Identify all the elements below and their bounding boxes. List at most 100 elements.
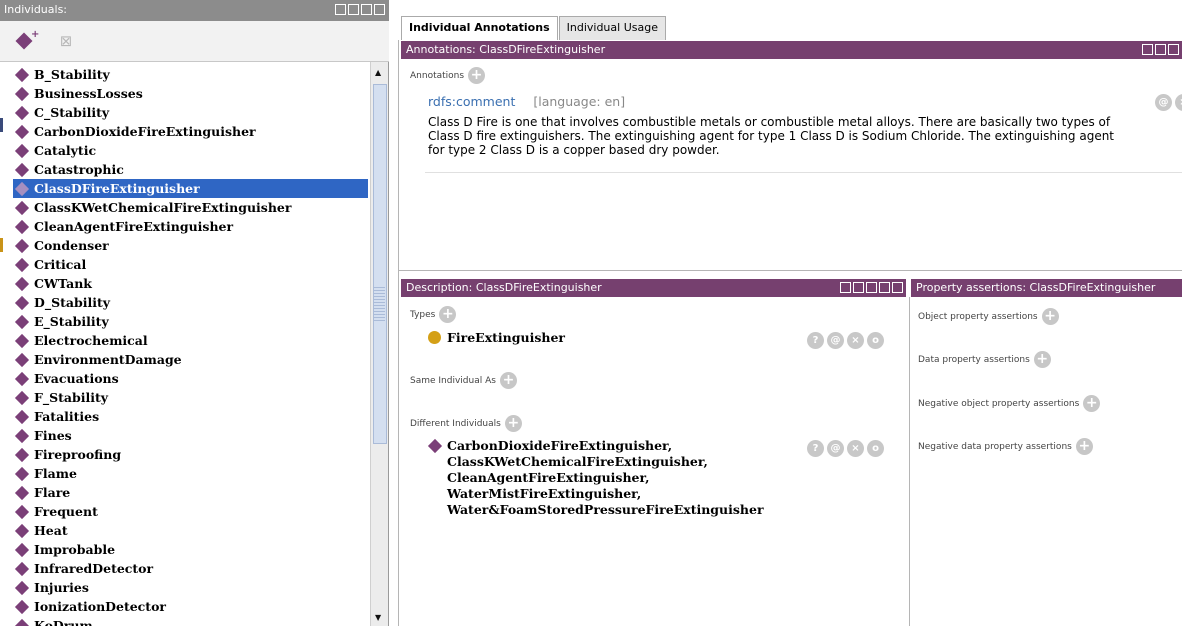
- individual-list-item[interactable]: Electrochemical: [13, 331, 368, 350]
- add-different-individual-button[interactable]: +: [504, 415, 522, 432]
- individual-diamond-icon: [14, 447, 30, 462]
- help-icon[interactable]: [1142, 44, 1153, 55]
- scroll-grip-icon: [373, 287, 385, 323]
- frame-border: [909, 297, 910, 626]
- frame-border: [398, 40, 399, 626]
- minimize-view-icon[interactable]: [348, 4, 359, 15]
- edit-icon[interactable]: o: [867, 440, 884, 457]
- individual-list-item[interactable]: D_Stability: [13, 293, 368, 312]
- individual-list-item[interactable]: Flare: [13, 483, 368, 502]
- individual-list-item[interactable]: EnvironmentDamage: [13, 350, 368, 369]
- annotate-icon[interactable]: @: [827, 440, 844, 457]
- different-individual-value: CarbonDioxideFireExtinguisher,: [447, 438, 673, 453]
- annotation-property[interactable]: rdfs:comment: [428, 94, 515, 109]
- edge-marker: [0, 118, 3, 132]
- scroll-down-icon[interactable]: ▼: [375, 613, 381, 622]
- scroll-up-icon[interactable]: ▲: [375, 68, 381, 77]
- tab-individual-annotations[interactable]: Individual Annotations: [401, 16, 558, 40]
- split-view-icon[interactable]: [335, 4, 346, 15]
- individual-list-item[interactable]: F_Stability: [13, 388, 368, 407]
- description-panel-header: Description: ClassDFireExtinguisher: [401, 279, 906, 297]
- individual-list-item[interactable]: CleanAgentFireExtinguisher: [13, 217, 368, 236]
- individual-list-item[interactable]: Fines: [13, 426, 368, 445]
- minimize-view-icon[interactable]: [866, 282, 877, 293]
- property-assertions-panel-title: Property assertions: ClassDFireExtinguis…: [916, 281, 1156, 294]
- add-individual-button[interactable]: +: [15, 29, 39, 51]
- individual-diamond-icon: [14, 162, 30, 177]
- add-negative-object-property-assertion-button[interactable]: +: [1083, 395, 1101, 412]
- individual-list-item[interactable]: ClassDFireExtinguisher: [13, 179, 368, 198]
- individuals-scrollbar[interactable]: ▲ ▼: [370, 62, 388, 626]
- scroll-thumb[interactable]: [373, 84, 387, 444]
- split-view-icon[interactable]: [853, 282, 864, 293]
- add-same-individual-button[interactable]: +: [499, 372, 517, 389]
- individual-list-item[interactable]: BusinessLosses: [13, 84, 368, 103]
- individual-list-item[interactable]: Flame: [13, 464, 368, 483]
- individual-list-item[interactable]: KoDrum: [13, 616, 368, 626]
- maximize-view-icon[interactable]: [879, 282, 890, 293]
- add-annotation-button[interactable]: +: [468, 67, 486, 84]
- delete-individual-button[interactable]: ⊠: [56, 31, 76, 51]
- close-view-icon[interactable]: [374, 4, 385, 15]
- different-individuals-entry[interactable]: CarbonDioxideFireExtinguisher, ClassKWet…: [427, 438, 764, 518]
- add-type-button[interactable]: +: [439, 306, 457, 323]
- individual-list-item[interactable]: Evacuations: [13, 369, 368, 388]
- tab-individual-usage[interactable]: Individual Usage: [558, 16, 666, 40]
- individual-label: C_Stability: [34, 105, 110, 120]
- explain-icon[interactable]: ?: [807, 440, 824, 457]
- individual-list-item[interactable]: CarbonDioxideFireExtinguisher: [13, 122, 368, 141]
- annotation-header-row: rdfs:comment [language: en]: [428, 94, 625, 109]
- individual-label: InfraredDetector: [34, 561, 154, 576]
- individual-list-item[interactable]: B_Stability: [13, 65, 368, 84]
- different-individual-value: Water&FoamStoredPressureFireExtinguisher: [447, 502, 764, 517]
- individual-diamond-icon: [14, 143, 30, 158]
- individual-diamond-icon: [14, 181, 30, 196]
- individual-label: Frequent: [34, 504, 98, 519]
- type-entry[interactable]: FireExtinguisher: [428, 330, 565, 345]
- minimize-view-icon[interactable]: [1168, 44, 1179, 55]
- split-view-icon[interactable]: [1155, 44, 1166, 55]
- individual-list-item[interactable]: C_Stability: [13, 103, 368, 122]
- individual-label: Fines: [34, 428, 72, 443]
- close-view-icon[interactable]: [892, 282, 903, 293]
- individual-list-item[interactable]: InfraredDetector: [13, 559, 368, 578]
- explain-icon[interactable]: ?: [807, 332, 824, 349]
- delete-icon[interactable]: ×: [847, 440, 864, 457]
- delete-icon[interactable]: ×: [847, 332, 864, 349]
- add-negative-data-property-assertion-button[interactable]: +: [1075, 438, 1093, 455]
- individual-list-item[interactable]: Condenser: [13, 236, 368, 255]
- individual-label: E_Stability: [34, 314, 109, 329]
- add-object-property-assertion-button[interactable]: +: [1041, 308, 1059, 325]
- maximize-view-icon[interactable]: [361, 4, 372, 15]
- individual-list-item[interactable]: Improbable: [13, 540, 368, 559]
- individual-label: Catalytic: [34, 143, 97, 158]
- individual-diamond-icon: [14, 105, 30, 120]
- individual-list-item[interactable]: Injuries: [13, 578, 368, 597]
- individual-list-item[interactable]: Frequent: [13, 502, 368, 521]
- individual-list-item[interactable]: Heat: [13, 521, 368, 540]
- help-icon[interactable]: [840, 282, 851, 293]
- individual-list-item[interactable]: Catalytic: [13, 141, 368, 160]
- annotation-delete-icon[interactable]: ×: [1175, 94, 1182, 111]
- individual-list-item[interactable]: Fatalities: [13, 407, 368, 426]
- individual-list-item[interactable]: Fireproofing: [13, 445, 368, 464]
- individual-label: ClassDFireExtinguisher: [34, 181, 200, 196]
- different-individuals-actions: ? @ × o: [807, 440, 884, 457]
- annotation-edit-icon[interactable]: @: [1155, 94, 1172, 111]
- individual-list-item[interactable]: Catastrophic: [13, 160, 368, 179]
- individual-list-item[interactable]: IonizationDetector: [13, 597, 368, 616]
- add-data-property-assertion-button[interactable]: +: [1033, 351, 1051, 368]
- edit-icon[interactable]: o: [867, 332, 884, 349]
- annotation-comment-line: for type 2 Class D is a copper based dry…: [428, 143, 720, 157]
- individual-label: D_Stability: [34, 295, 111, 310]
- individual-label: CarbonDioxideFireExtinguisher: [34, 124, 256, 139]
- individual-diamond-icon: [14, 295, 30, 310]
- individual-list-item[interactable]: CWTank: [13, 274, 368, 293]
- individual-list-item[interactable]: Critical: [13, 255, 368, 274]
- data-property-assertions-label: Data property assertions: [918, 354, 1030, 365]
- negative-data-property-assertions-section: Negative data property assertions +: [918, 438, 1093, 455]
- object-property-assertions-section: Object property assertions +: [918, 308, 1059, 325]
- individual-list-item[interactable]: E_Stability: [13, 312, 368, 331]
- individual-list-item[interactable]: ClassKWetChemicalFireExtinguisher: [13, 198, 368, 217]
- annotate-icon[interactable]: @: [827, 332, 844, 349]
